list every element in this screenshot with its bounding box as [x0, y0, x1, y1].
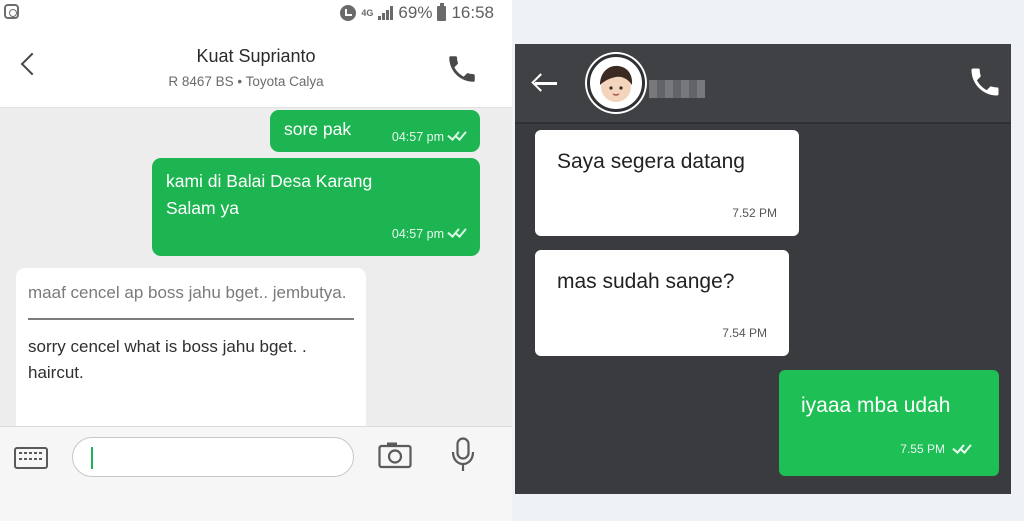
- translation-divider: [28, 318, 354, 320]
- keyboard-icon[interactable]: [14, 447, 48, 469]
- status-indicators: 4G 69% 16:58: [340, 2, 494, 23]
- message-text: sore pak: [284, 119, 352, 139]
- original-text: maaf cencel ap boss jahu bget.. jembutya…: [28, 283, 347, 302]
- translated-text: sorry cencel what is boss jahu bget. . h…: [28, 337, 307, 382]
- camera-icon[interactable]: [378, 441, 412, 469]
- message-time: 04:57 pm: [391, 227, 444, 241]
- message-time: 7.52 PM: [732, 206, 777, 220]
- avatar-face-icon: [600, 65, 633, 102]
- left-chat-panel: 4G 69% 16:58 Kuat Suprianto R 8467 BS • …: [0, 0, 512, 521]
- read-ticks-icon: [448, 228, 466, 238]
- message-time: 04:57 pm: [391, 130, 444, 144]
- instagram-icon: [4, 4, 19, 19]
- message-bubble-outgoing: iyaaa mba udah 7.55 PM: [779, 370, 999, 476]
- phone-icon[interactable]: [445, 52, 479, 86]
- alarm-icon: [340, 5, 357, 21]
- vehicle-info: R 8467 BS • Toyota Calya: [168, 74, 324, 89]
- avatar[interactable]: [587, 54, 645, 112]
- message-time: 7.55 PM: [900, 442, 945, 456]
- signal-icon: [378, 6, 394, 20]
- right-chat-panel: Saya segera datang 7.52 PM mas sudah san…: [515, 44, 1011, 494]
- screenshot-root: 4G 69% 16:58 Kuat Suprianto R 8467 BS • …: [0, 0, 1024, 521]
- chat-header-dark: [515, 44, 1011, 124]
- chat-header: Kuat Suprianto R 8467 BS • Toyota Calya: [0, 26, 512, 108]
- message-text: mas sudah sange?: [557, 270, 735, 293]
- message-input[interactable]: [72, 437, 354, 477]
- phone-icon[interactable]: [967, 64, 1003, 100]
- back-arrow-icon[interactable]: [535, 82, 557, 85]
- message-text: Saya segera datang: [557, 150, 745, 173]
- driver-name: Kuat Suprianto: [196, 46, 316, 66]
- input-bar: [0, 426, 512, 521]
- message-text: iyaaa mba udah: [801, 394, 951, 417]
- message-time: 7.54 PM: [722, 326, 767, 340]
- read-ticks-icon: [953, 444, 973, 454]
- message-bubble-incoming: mas sudah sange? 7.54 PM: [535, 250, 789, 356]
- battery-icon: [437, 2, 447, 21]
- message-bubble-incoming: Saya segera datang 7.52 PM: [535, 130, 799, 236]
- read-ticks-icon: [448, 131, 466, 141]
- clock: 16:58: [451, 3, 494, 22]
- text-caret: [91, 447, 93, 469]
- status-bar: 4G 69% 16:58: [0, 0, 512, 26]
- battery-percent: 69%: [398, 3, 433, 22]
- message-bubble-incoming: maaf cencel ap boss jahu bget.. jembutya…: [16, 268, 366, 443]
- microphone-icon[interactable]: [450, 437, 476, 473]
- message-list: sore pak 04:57 pm kami di Balai Desa Kar…: [0, 108, 512, 443]
- message-text: kami di Balai Desa Karang Salam ya: [166, 171, 373, 218]
- message-bubble-outgoing: sore pak 04:57 pm: [270, 110, 480, 152]
- contact-name-censored: [649, 80, 705, 98]
- network-type: 4G: [361, 7, 374, 18]
- message-bubble-outgoing: kami di Balai Desa Karang Salam ya 04:57…: [152, 158, 480, 256]
